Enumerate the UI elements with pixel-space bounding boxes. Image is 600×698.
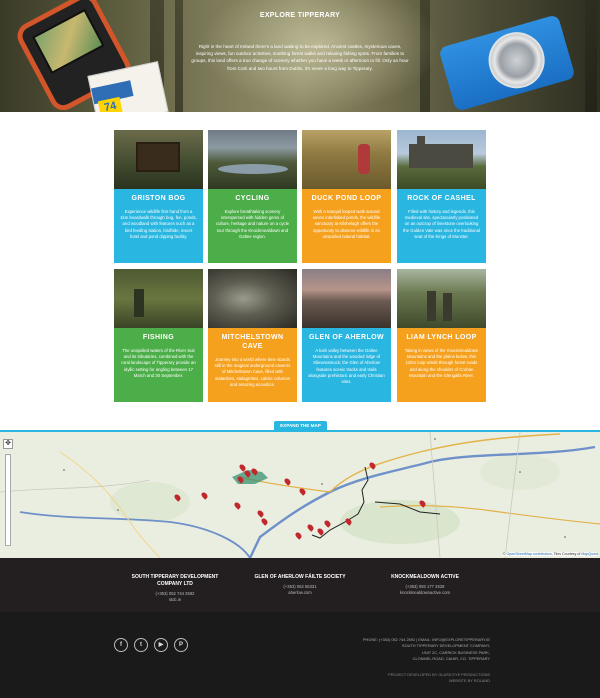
tile-mitchelstown-cave[interactable]: MITCHELSTOWN CAVE Journey into a world w… <box>208 269 297 402</box>
contact-bar: SOUTH TIPPERARY DEVELOPMENT COMPANY LTD … <box>0 558 600 612</box>
contact-name: KNOCKMEALDOWN ACTIVE <box>391 574 459 580</box>
tile-description: The unspoiled waters of the River Suir a… <box>121 348 196 378</box>
osm-link[interactable]: OpenStreetMap contributors <box>506 552 551 556</box>
tile-rock-of-cashel[interactable]: ROCK OF CASHEL Filled with history and l… <box>397 130 486 263</box>
tile-description: With a tranquil looped walk around seven… <box>312 209 381 239</box>
tile-description: Taking in views of the Knockmealdown Mou… <box>404 348 479 378</box>
tile-label: LIAM LYNCH LOOP Taking in views of the K… <box>397 328 486 402</box>
credit-line[interactable]: WEBSITE BY ROLAND <box>330 678 490 684</box>
tile-description: A lush valley between the Galtee Mountai… <box>308 348 385 385</box>
contact-website[interactable]: aherlow.com <box>245 590 355 596</box>
hero-title: EXPLORE TIPPERARY <box>259 12 341 19</box>
tile-description: Journey into a world where time stands s… <box>214 357 291 387</box>
footer-credits: PROJECT DEVELOPED BY GLASS EYE PRODUCTIO… <box>330 672 490 684</box>
tile-fishing[interactable]: FISHING The unspoiled waters of the Rive… <box>114 269 203 402</box>
tile-label: ROCK OF CASHEL Filled with history and l… <box>397 189 486 263</box>
tile-glen-of-aherlow[interactable]: GLEN OF AHERLOW A lush valley between th… <box>302 269 391 402</box>
tile-label: DUCK POND LOOP With a tranquil looped wa… <box>302 189 391 263</box>
griston-bog-photo <box>114 130 203 189</box>
contact-name: SOUTH TIPPERARY DEVELOPMENT COMPANY LTD <box>131 574 219 587</box>
contact-name: GLEN OF AHERLOW FÁILTE SOCIETY <box>254 574 346 580</box>
youtube-icon[interactable]: ▶ <box>154 638 168 652</box>
map-attribution: © OpenStreetMap contributors, Tiles Cour… <box>502 552 598 556</box>
contact-website[interactable]: stdc.ie <box>120 597 230 603</box>
tile-title: ROCK OF CASHEL <box>407 195 476 202</box>
tile-title: MITCHELSTOWN CAVE <box>221 334 284 350</box>
tile-title: GLEN OF AHERLOW <box>309 334 384 341</box>
zoom-slider[interactable] <box>5 454 11 546</box>
tile-cycling[interactable]: CYCLING Explore breathtaking scenery int… <box>208 130 297 263</box>
tile-description: Explore breathtaking scenery intersperse… <box>215 209 290 239</box>
map-canvas <box>0 432 600 558</box>
fishing-photo <box>114 269 203 328</box>
twitter-icon[interactable]: t <box>134 638 148 652</box>
tile-title: CYCLING <box>235 195 270 202</box>
footer-address-line: CLONMEL ROAD, CAHIR, CO. TIPPERARY <box>412 656 490 662</box>
tile-label: GLEN OF AHERLOW A lush valley between th… <box>302 328 391 402</box>
mapquest-link[interactable]: MapQuest <box>581 552 598 556</box>
tile-title: DUCK POND LOOP <box>311 195 382 202</box>
tile-description: Filled with history and legends, this me… <box>403 209 480 239</box>
tile-duck-pond-loop[interactable]: DUCK POND LOOP With a tranquil looped wa… <box>302 130 391 263</box>
tile-title: FISHING <box>142 334 175 341</box>
tile-label: MITCHELSTOWN CAVE Journey into a world w… <box>208 328 297 402</box>
tile-label: CYCLING Explore breathtaking scenery int… <box>208 189 297 263</box>
duck-pond-photo <box>302 130 391 189</box>
footer-address: PHONE: (+353) 052 744 2592 | EMAIL: INFO… <box>330 637 490 663</box>
map-panel[interactable]: ✥ © OpenStreetMap contributors, Tiles Co… <box>0 432 600 558</box>
expand-map-button[interactable]: EXPAND THE MAP <box>274 421 327 431</box>
mitchelstown-cave-photo <box>208 269 297 328</box>
tile-liam-lynch-loop[interactable]: LIAM LYNCH LOOP Taking in views of the K… <box>397 269 486 402</box>
tile-label: FISHING The unspoiled waters of the Rive… <box>114 328 203 402</box>
hero-text: Right in the heart of Ireland there's a … <box>191 44 409 71</box>
glen-of-aherlow-photo <box>302 269 391 328</box>
tile-title: LIAM LYNCH LOOP <box>406 334 477 341</box>
tile-griston-bog[interactable]: GRISTON BOG Experience wildlife first ha… <box>114 130 203 263</box>
cycling-photo <box>208 130 297 189</box>
contact-stdc: SOUTH TIPPERARY DEVELOPMENT COMPANY LTD … <box>120 574 230 603</box>
tile-label: GRISTON BOG Experience wildlife first ha… <box>114 189 203 263</box>
contact-aherlow: GLEN OF AHERLOW FÁILTE SOCIETY (+353) 06… <box>245 574 355 596</box>
contact-knockmealdown: KNOCKMEALDOWN ACTIVE (+353) 083 177 2628… <box>370 574 480 596</box>
tile-description: Experience wildlife first hand from a 1k… <box>120 209 197 239</box>
contact-website[interactable]: knockmealdownactive.com <box>370 590 480 596</box>
camera-image <box>438 14 576 112</box>
rock-of-cashel-photo <box>397 130 486 189</box>
liam-lynch-loop-photo <box>397 269 486 328</box>
footer: f t ▶ P PHONE: (+353) 052 744 2592 | EMA… <box>0 612 600 698</box>
expand-arrows-icon[interactable]: ✥ <box>3 439 13 449</box>
pinterest-icon[interactable]: P <box>174 638 188 652</box>
tiles-prefix: , Tiles Courtesy of <box>551 552 582 556</box>
hero-banner: 74 EXPLORE TIPPERARY Right in the heart … <box>0 0 600 112</box>
facebook-icon[interactable]: f <box>114 638 128 652</box>
tile-title: GRISTON BOG <box>131 195 186 202</box>
